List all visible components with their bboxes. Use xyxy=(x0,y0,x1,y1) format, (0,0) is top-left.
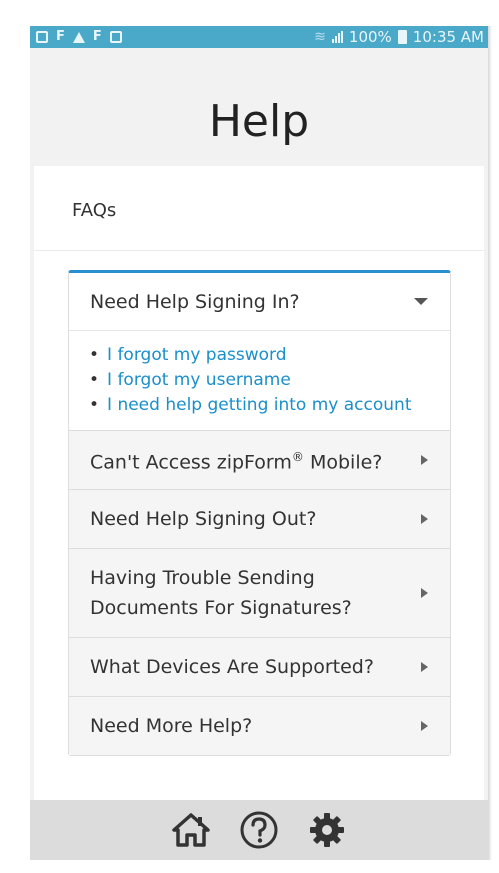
faq-label: What Devices Are Supported? xyxy=(90,656,374,678)
signal-icon xyxy=(331,31,343,43)
facebook-notification-icon-2: F xyxy=(92,29,102,44)
device-frame: F F ≋ 100% 10:35 AM Help FAQs Need Help … xyxy=(0,0,499,873)
system-status: ≋ 100% 10:35 AM xyxy=(314,28,484,46)
caret-right-icon xyxy=(421,514,428,524)
notification-icons: F F xyxy=(36,29,122,44)
battery-icon xyxy=(397,30,407,44)
faq-item-more-help: Need More Help? xyxy=(69,696,450,755)
gallery-notification-icon xyxy=(36,31,48,43)
faq-header-signing-out[interactable]: Need Help Signing Out? xyxy=(69,490,450,548)
faq-item-signing-out: Need Help Signing Out? xyxy=(69,489,450,548)
warning-notification-icon xyxy=(72,31,85,43)
faq-item-cant-access: Can't Access zipForm® Mobile? xyxy=(69,430,450,489)
faq-item-signing-in: Need Help Signing In? I forgot my passwo… xyxy=(69,273,450,430)
settings-button[interactable] xyxy=(305,808,349,852)
faq-label: Need Help Signing Out? xyxy=(90,508,317,530)
faq-header-signing-in[interactable]: Need Help Signing In? xyxy=(69,273,450,331)
page-title: Help xyxy=(208,96,310,147)
faq-label-text: Can't Access zipForm xyxy=(90,451,292,474)
account-access-help-link[interactable]: I need help getting into my account xyxy=(107,395,411,415)
faq-label-text-suffix: Mobile? xyxy=(303,451,383,474)
caret-down-icon xyxy=(414,298,428,305)
faq-item-devices: What Devices Are Supported? xyxy=(69,637,450,696)
faq-item-sending-documents: Having Trouble Sending Documents For Sig… xyxy=(69,548,450,637)
help-links-list: I forgot my password I forgot my usernam… xyxy=(89,343,434,418)
list-item: I forgot my password xyxy=(89,343,434,368)
caret-right-icon xyxy=(421,721,428,731)
help-content: FAQs Need Help Signing In? I forgot my p… xyxy=(34,166,484,826)
faq-label: Having Trouble Sending Documents For Sig… xyxy=(90,567,352,619)
list-item: I forgot my username xyxy=(89,368,434,393)
app-header: Help xyxy=(30,48,488,166)
registered-mark: ® xyxy=(291,450,304,465)
faq-header-cant-access[interactable]: Can't Access zipForm® Mobile? xyxy=(69,431,450,489)
faq-header-more-help[interactable]: Need More Help? xyxy=(69,697,450,755)
faqs-heading: FAQs xyxy=(72,200,117,221)
home-icon xyxy=(172,813,210,847)
battery-percent: 100% xyxy=(348,28,392,46)
divider xyxy=(34,250,484,251)
caret-right-icon xyxy=(421,588,428,598)
faq-label: Can't Access zipForm® Mobile? xyxy=(90,442,382,477)
faq-body-signing-in: I forgot my password I forgot my usernam… xyxy=(69,331,450,430)
app-screen: F F ≋ 100% 10:35 AM Help FAQs Need Help … xyxy=(30,26,488,860)
faq-header-sending-documents[interactable]: Having Trouble Sending Documents For Sig… xyxy=(69,549,450,637)
wifi-icon: ≋ xyxy=(314,29,326,45)
faq-label: Need More Help? xyxy=(90,715,253,737)
instagram-notification-icon xyxy=(109,31,122,43)
faq-label: Need Help Signing In? xyxy=(90,290,300,313)
frame-edge xyxy=(488,26,492,860)
list-item: I need help getting into my account xyxy=(89,393,434,418)
status-bar: F F ≋ 100% 10:35 AM xyxy=(30,26,488,48)
faq-accordion: Need Help Signing In? I forgot my passwo… xyxy=(68,270,451,756)
caret-right-icon xyxy=(421,455,428,465)
faq-header-devices[interactable]: What Devices Are Supported? xyxy=(69,638,450,696)
bottom-toolbar xyxy=(30,800,488,860)
facebook-notification-icon: F xyxy=(56,29,65,44)
clock: 10:35 AM xyxy=(412,28,484,46)
help-button[interactable] xyxy=(237,808,281,852)
settings-gear-icon xyxy=(310,813,344,847)
forgot-password-link[interactable]: I forgot my password xyxy=(107,345,287,365)
home-button[interactable] xyxy=(169,808,213,852)
caret-right-icon xyxy=(421,662,428,672)
help-icon xyxy=(240,811,278,849)
forgot-username-link[interactable]: I forgot my username xyxy=(107,370,291,390)
